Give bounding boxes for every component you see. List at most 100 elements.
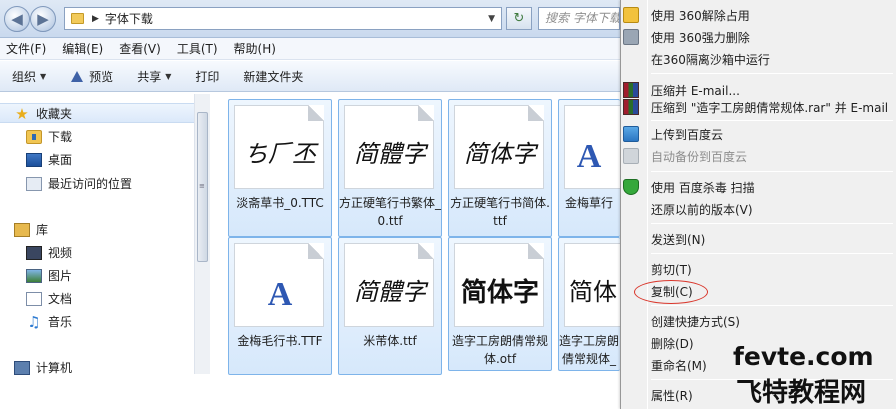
- new-folder-button[interactable]: 新建文件夹: [231, 61, 315, 91]
- font-preview-icon: [70, 70, 84, 83]
- file-tile[interactable]: ち𠂆丕 淡斋草书_0.TTC: [228, 99, 332, 237]
- nav-music[interactable]: ♫ 音乐: [26, 313, 72, 330]
- nav-scrollbar[interactable]: ≡: [194, 94, 210, 374]
- file-name: 造字工房朗倩常规体_1.otf: [559, 334, 620, 366]
- 360-unlock-icon: [623, 7, 639, 23]
- menu-tools[interactable]: 工具(T): [171, 40, 224, 57]
- font-preview: 简体字: [460, 278, 539, 308]
- menu-edit[interactable]: 编辑(E): [56, 40, 109, 57]
- address-dropdown-icon[interactable]: ▼: [488, 14, 495, 24]
- nav-downloads[interactable]: 下载: [26, 128, 72, 145]
- file-name: 金梅草行: [564, 196, 613, 210]
- baidu-cloud-disabled-icon: [623, 148, 639, 164]
- back-button[interactable]: ◀: [4, 6, 30, 32]
- menu-baidu-scan[interactable]: 使用 百度杀毒 扫描: [621, 177, 896, 197]
- menu-label: 使用 360强力删除: [651, 30, 750, 45]
- font-file-icon: 简体: [564, 243, 620, 327]
- menu-label: 使用 360解除占用: [651, 8, 750, 23]
- nav-music-label: 音乐: [48, 315, 73, 329]
- menu-label: 发送到(N): [651, 232, 706, 247]
- menu-help[interactable]: 帮助(H): [228, 40, 282, 57]
- file-tile[interactable]: 简體字 方正硬笔行书繁体_0.ttf: [338, 99, 442, 237]
- breadcrumb-current[interactable]: 字体下载: [105, 10, 153, 27]
- chevron-down-icon: ▼: [165, 71, 172, 81]
- refresh-button[interactable]: ↻: [506, 7, 532, 30]
- organize-button[interactable]: 组织 ▼: [0, 61, 58, 91]
- font-preview: A: [267, 276, 293, 313]
- chevron-down-icon: ▼: [40, 71, 47, 81]
- address-field[interactable]: ▶ 字体下载 ▼: [64, 7, 502, 30]
- nav-pictures-label: 图片: [48, 269, 73, 283]
- nav-favorites-label: 收藏夹: [36, 107, 73, 121]
- file-tile[interactable]: 简体字 造字工房朗倩常规体.otf: [448, 237, 552, 371]
- file-name: 造字工房朗倩常规体.otf: [451, 334, 548, 366]
- file-tile[interactable]: A 金梅毛行书.TTF: [228, 237, 332, 375]
- nav-desktop[interactable]: 桌面: [26, 151, 72, 168]
- nav-recent-label: 最近访问的位置: [48, 177, 133, 191]
- nav-libraries-label: 库: [36, 223, 49, 237]
- menu-compress-to-email[interactable]: 压缩到 "造字工房朗倩常规体.rar" 并 E-mail: [621, 97, 896, 117]
- font-file-icon: ち𠂆丕: [234, 105, 324, 189]
- nav-pictures[interactable]: 图片: [26, 267, 72, 284]
- nav-documents-label: 文档: [48, 292, 73, 306]
- font-preview: 简體字: [354, 140, 426, 168]
- menu-unlock-360[interactable]: 使用 360解除占用: [621, 5, 896, 25]
- nav-videos-label: 视频: [48, 246, 73, 260]
- desktop-icon: [26, 152, 42, 167]
- copy-highlight-ellipse: [634, 280, 708, 304]
- menu-label: 压缩并 E-mail...: [651, 83, 740, 98]
- menu-label: 删除(D): [651, 336, 694, 351]
- back-arrow-icon: ◀: [11, 10, 23, 28]
- nav-computer[interactable]: 计算机: [14, 359, 72, 376]
- nav-recent[interactable]: 最近访问的位置: [26, 175, 132, 192]
- font-preview: ち𠂆丕: [244, 140, 316, 168]
- breadcrumb-arrow-icon[interactable]: ▶: [92, 14, 99, 24]
- share-label: 共享: [137, 69, 162, 84]
- preview-button[interactable]: 预览: [58, 61, 125, 91]
- libraries-icon: [14, 222, 30, 237]
- share-button[interactable]: 共享 ▼: [125, 61, 183, 91]
- watermark-name: 飞特教程网: [736, 378, 867, 408]
- menu-view[interactable]: 查看(V): [113, 40, 167, 57]
- nav-libraries[interactable]: 库: [14, 221, 48, 238]
- print-button[interactable]: 打印: [183, 61, 231, 91]
- file-name: 方正硬笔行书繁体_0.ttf: [339, 196, 442, 228]
- menu-label: 属性(R): [651, 388, 693, 403]
- nav-videos[interactable]: 视频: [26, 244, 72, 261]
- menu-label: 压缩到 "造字工房朗倩常规体.rar" 并 E-mail: [651, 100, 889, 115]
- file-tile[interactable]: A 金梅草行: [558, 99, 620, 237]
- organize-label: 组织: [12, 69, 37, 84]
- menu-separator: [651, 73, 893, 74]
- menu-auto-backup-baidu[interactable]: 自动备份到百度云: [621, 146, 896, 166]
- menu-label: 还原以前的版本(V): [651, 202, 753, 217]
- menu-label: 使用 百度杀毒 扫描: [651, 180, 755, 195]
- menu-send-to[interactable]: 发送到(N): [621, 229, 896, 249]
- font-preview: 简体字: [464, 140, 536, 168]
- font-preview: 简體字: [354, 278, 426, 306]
- winrar-icon: [623, 99, 639, 115]
- font-preview: 简体: [569, 278, 617, 306]
- pictures-library-icon: [26, 268, 42, 283]
- 360-shredder-icon: [623, 29, 639, 45]
- forward-button[interactable]: ▶: [30, 6, 56, 32]
- nav-favorites[interactable]: ★ 收藏夹: [14, 105, 72, 122]
- file-tile[interactable]: 简体字 方正硬笔行书简体.ttf: [448, 99, 552, 237]
- menu-sandbox-360[interactable]: 在360隔离沙箱中运行: [621, 49, 896, 69]
- menu-bar: 文件(F) 编辑(E) 查看(V) 工具(T) 帮助(H): [0, 38, 620, 60]
- file-tile[interactable]: 简體字 米芾体.ttf: [338, 237, 442, 375]
- menu-upload-baidu[interactable]: 上传到百度云: [621, 124, 896, 144]
- menu-create-shortcut[interactable]: 创建快捷方式(S): [621, 311, 896, 331]
- menu-file[interactable]: 文件(F): [0, 40, 52, 57]
- star-icon: ★: [15, 104, 29, 123]
- search-input[interactable]: 搜索 字体下载: [538, 7, 620, 30]
- menu-force-delete-360[interactable]: 使用 360强力删除: [621, 27, 896, 47]
- font-file-icon: 简體字: [344, 243, 434, 327]
- file-tile[interactable]: 简体 造字工房朗倩常规体_1.otf: [558, 237, 620, 371]
- menu-separator: [651, 171, 893, 172]
- menu-cut[interactable]: 剪切(T): [621, 259, 896, 279]
- menu-label: 在360隔离沙箱中运行: [651, 52, 770, 67]
- font-preview: A: [576, 138, 602, 175]
- downloads-folder-icon: [26, 129, 42, 144]
- menu-restore-versions[interactable]: 还原以前的版本(V): [621, 199, 896, 219]
- nav-documents[interactable]: 文档: [26, 290, 72, 307]
